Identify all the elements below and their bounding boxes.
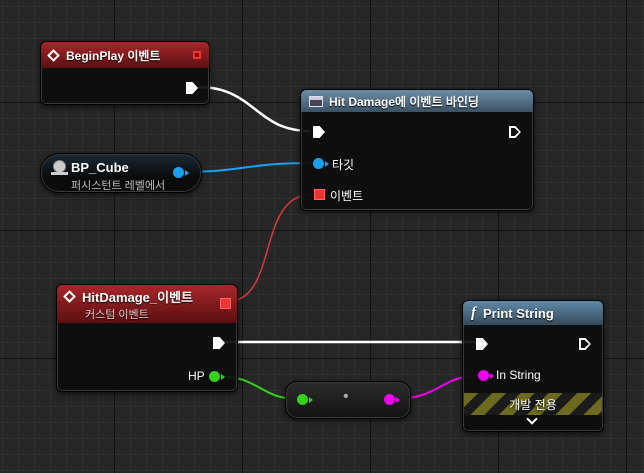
bind-node-title: Hit Damage에 이벤트 바인딩 bbox=[329, 94, 479, 109]
actor-base-icon bbox=[51, 172, 68, 175]
target-label: 타깃 bbox=[332, 158, 355, 172]
float-input-arrow-icon bbox=[309, 397, 313, 403]
hitdamage-title: HitDamage_이벤트 bbox=[82, 289, 194, 305]
event-diamond-icon bbox=[47, 48, 60, 62]
exec-output-pin[interactable] bbox=[213, 337, 225, 349]
exec-wire-beginplay bbox=[197, 85, 311, 133]
dev-only-label: 개발 전용 bbox=[509, 398, 557, 412]
beginplay-event-node[interactable]: BeginPlay 이벤트 bbox=[40, 41, 210, 105]
bp-cube-name: BP_Cube bbox=[71, 160, 129, 175]
in-string-arrow-icon bbox=[490, 373, 494, 379]
exec-output-pin[interactable] bbox=[186, 82, 198, 94]
in-string-label: In String bbox=[496, 368, 541, 382]
target-input-pin[interactable] bbox=[313, 158, 324, 169]
bp-cube-subtitle: 퍼시스턴트 레벨에서 bbox=[71, 180, 166, 192]
hitdamage-custom-event-node[interactable]: HitDamage_이벤트 커스텀 이벤트 HP bbox=[56, 284, 238, 392]
delegate-output-pin[interactable] bbox=[193, 51, 201, 59]
print-string-node[interactable]: f Print String In String 개발 전용 bbox=[462, 300, 604, 432]
bind-event-node[interactable]: Hit Damage에 이벤트 바인딩 타깃 이벤트 bbox=[300, 89, 534, 211]
event-label: 이벤트 bbox=[330, 189, 364, 203]
bp-cube-reference-node[interactable]: BP_Cube 퍼시스턴트 레벨에서 bbox=[40, 153, 202, 193]
float-input-pin[interactable] bbox=[297, 394, 308, 405]
in-string-input-pin[interactable] bbox=[478, 370, 489, 381]
exec-output-pin[interactable] bbox=[509, 126, 521, 138]
print-string-title: Print String bbox=[483, 305, 554, 321]
development-only-banner: 개발 전용 bbox=[464, 393, 602, 415]
hp-label: HP bbox=[188, 369, 205, 383]
exec-output-pin[interactable] bbox=[579, 338, 591, 350]
expand-chevron-icon[interactable] bbox=[526, 413, 538, 425]
hp-pin-arrow-icon bbox=[221, 374, 225, 380]
function-box-icon bbox=[309, 95, 323, 107]
conversion-node[interactable]: • bbox=[285, 381, 411, 419]
object-pin-arrow-icon bbox=[185, 170, 189, 176]
string-output-pin[interactable] bbox=[384, 394, 395, 405]
conversion-dot-icon: • bbox=[343, 388, 349, 405]
event-input-pin[interactable] bbox=[314, 189, 325, 200]
exec-input-pin[interactable] bbox=[476, 338, 488, 350]
function-icon: f bbox=[471, 304, 476, 321]
string-output-arrow-icon bbox=[396, 397, 400, 403]
hitdamage-subtitle: 커스텀 이벤트 bbox=[85, 308, 149, 321]
exec-input-pin[interactable] bbox=[313, 126, 325, 138]
event-diamond-icon bbox=[63, 289, 76, 303]
hp-output-pin[interactable] bbox=[209, 371, 220, 382]
target-pin-arrow-icon bbox=[325, 161, 329, 167]
beginplay-title: BeginPlay 이벤트 bbox=[66, 48, 161, 63]
delegate-wire-event bbox=[225, 193, 314, 303]
delegate-output-pin[interactable] bbox=[220, 298, 231, 309]
object-output-pin[interactable] bbox=[173, 167, 184, 178]
